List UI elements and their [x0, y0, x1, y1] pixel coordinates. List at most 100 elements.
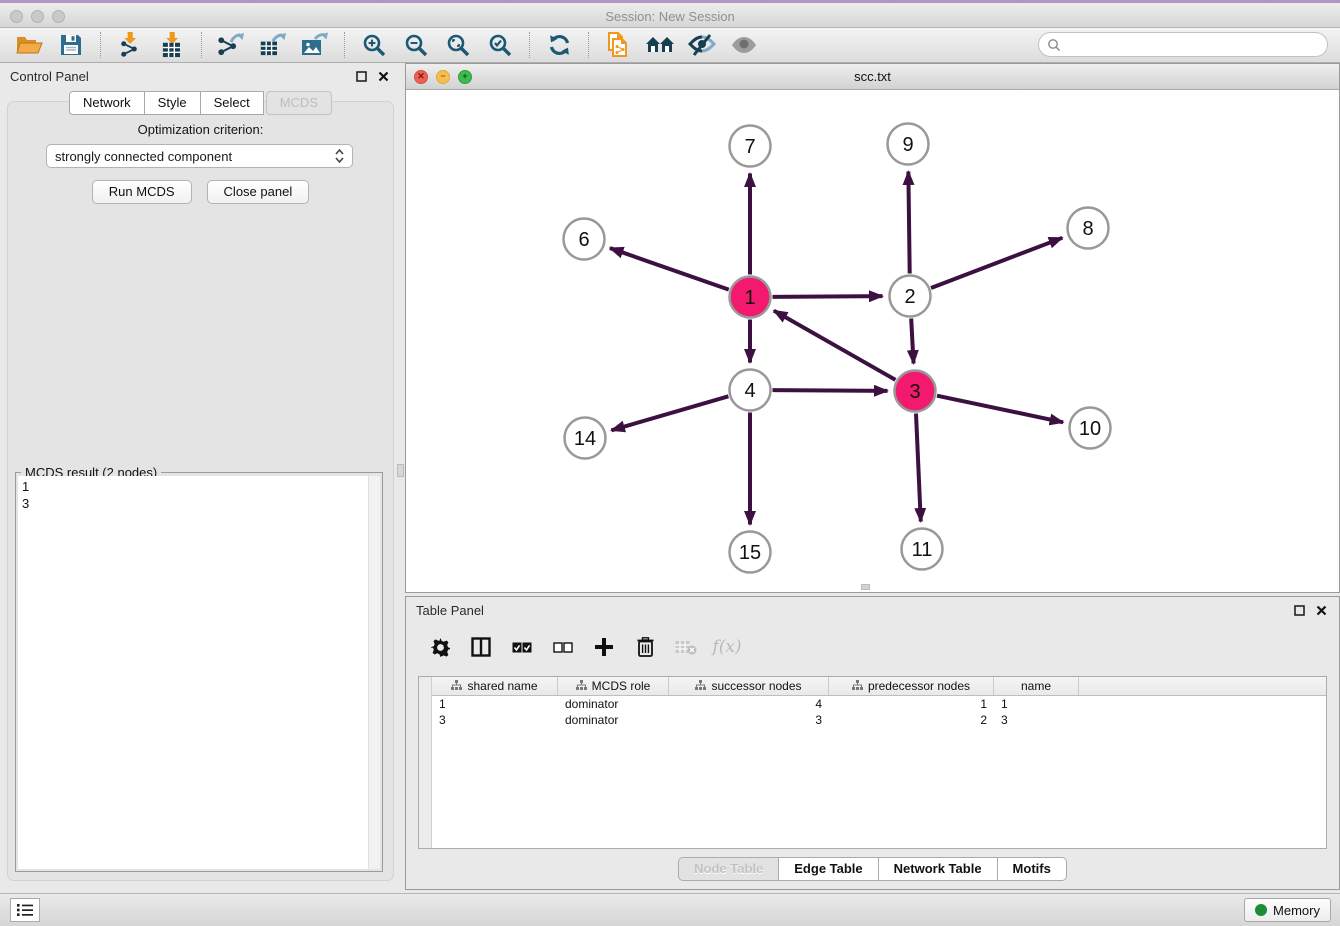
tab-network[interactable]: Network: [69, 91, 145, 115]
tab-select[interactable]: Select: [201, 91, 264, 115]
zoom-out-icon[interactable]: [401, 31, 431, 59]
table-row[interactable]: 1dominator411: [432, 696, 1326, 712]
table-cell[interactable]: 3: [669, 713, 829, 727]
mcds-result-list[interactable]: 13: [18, 476, 380, 869]
graph-node-14[interactable]: 14: [565, 418, 606, 459]
table-cell[interactable]: 1: [432, 697, 558, 711]
export-image-icon[interactable]: [300, 31, 330, 59]
tab-network-table[interactable]: Network Table: [879, 857, 998, 881]
table-cell[interactable]: 4: [669, 697, 829, 711]
graph-node-7[interactable]: 7: [730, 126, 771, 167]
network-graph[interactable]: 7 9 6 8 1 2 4 3 14 10 15 11: [406, 90, 1339, 592]
graph-edge-3-1[interactable]: [774, 311, 896, 380]
float-panel-icon[interactable]: [353, 68, 369, 84]
column-label: successor nodes: [711, 679, 801, 693]
graph-edge-3-11[interactable]: [916, 413, 921, 521]
column-edit-icon: [695, 679, 706, 693]
table-row[interactable]: 3dominator323: [432, 712, 1326, 728]
column-header-successor-nodes[interactable]: successor nodes: [669, 677, 829, 695]
graph-node-8[interactable]: 8: [1068, 208, 1109, 249]
graph-node-2[interactable]: 2: [890, 276, 931, 317]
table-cell[interactable]: 2: [829, 713, 994, 727]
graph-node-10[interactable]: 10: [1070, 408, 1111, 449]
add-row-icon[interactable]: [592, 635, 616, 659]
memory-status-icon: [1255, 904, 1267, 916]
open-file-icon[interactable]: [14, 31, 44, 59]
network-canvas[interactable]: 7 9 6 8 1 2 4 3 14 10 15 11: [406, 90, 1339, 592]
delete-table-icon: [674, 635, 698, 659]
home-icon[interactable]: [645, 31, 675, 59]
graph-edge-2-9[interactable]: [908, 171, 909, 273]
graph-edge-4-3[interactable]: [772, 390, 887, 391]
graph-edge-2-8[interactable]: [931, 238, 1062, 288]
network-document-icon[interactable]: [603, 31, 633, 59]
graph-edge-3-10[interactable]: [937, 396, 1063, 423]
task-history-button[interactable]: [10, 898, 40, 922]
column-edit-icon: [852, 679, 863, 693]
show-details-icon[interactable]: [729, 31, 759, 59]
graph-edge-2-3[interactable]: [911, 318, 913, 363]
splitter-handle[interactable]: [397, 464, 404, 477]
close-table-panel-icon[interactable]: [1313, 602, 1329, 618]
hide-details-icon[interactable]: [687, 31, 717, 59]
graph-node-1[interactable]: 1: [730, 277, 771, 318]
table-cell[interactable]: 3: [432, 713, 558, 727]
column-label: name: [1021, 679, 1051, 693]
table-cell[interactable]: dominator: [558, 697, 669, 711]
column-header-name[interactable]: name: [994, 677, 1079, 695]
result-scrollbar[interactable]: [368, 476, 380, 869]
graph-edge-1-6[interactable]: [610, 248, 729, 290]
close-panel-button[interactable]: Close panel: [207, 180, 310, 204]
delete-row-icon[interactable]: [633, 635, 657, 659]
graph-node-9[interactable]: 9: [888, 124, 929, 165]
table-cell[interactable]: dominator: [558, 713, 669, 727]
graph-edge-4-14[interactable]: [611, 396, 728, 430]
graph-node-3[interactable]: 3: [895, 371, 936, 412]
graph-node-15[interactable]: 15: [730, 532, 771, 573]
refresh-icon[interactable]: [544, 31, 574, 59]
run-mcds-button[interactable]: Run MCDS: [92, 180, 192, 204]
tab-node-table[interactable]: Node Table: [678, 857, 779, 881]
gear-icon[interactable]: [428, 635, 452, 659]
deselect-all-icon[interactable]: [551, 635, 575, 659]
close-panel-icon[interactable]: [375, 68, 391, 84]
memory-button[interactable]: Memory: [1244, 898, 1331, 922]
column-header-predecessor-nodes[interactable]: predecessor nodes: [829, 677, 994, 695]
zoom-in-icon[interactable]: [359, 31, 389, 59]
tab-edge-table[interactable]: Edge Table: [779, 857, 878, 881]
graph-node-6[interactable]: 6: [564, 219, 605, 260]
canvas-scroll-handle[interactable]: [861, 584, 870, 590]
tab-motifs[interactable]: Motifs: [998, 857, 1067, 881]
zoom-selected-icon[interactable]: [485, 31, 515, 59]
criterion-dropdown[interactable]: strongly connected component: [46, 144, 353, 168]
node-table: shared nameMCDS role successor nodes prede…: [418, 676, 1327, 849]
criterion-selected-value: strongly connected component: [55, 149, 335, 164]
zoom-fit-icon[interactable]: [443, 31, 473, 59]
mcds-result-line: 1: [22, 478, 376, 495]
column-header-MCDS-role[interactable]: MCDS role: [558, 677, 669, 695]
columns-icon[interactable]: [469, 635, 493, 659]
mcds-panel: Optimization criterion: strongly connect…: [7, 101, 394, 881]
table-cell[interactable]: 3: [994, 713, 1079, 727]
graph-node-label: 9: [902, 134, 913, 156]
tab-mcds[interactable]: MCDS: [266, 91, 332, 115]
search-field[interactable]: [1038, 32, 1328, 57]
tab-style[interactable]: Style: [145, 91, 201, 115]
network-window-titlebar[interactable]: ✕ − + scc.txt: [406, 64, 1339, 90]
status-bar: Memory: [0, 893, 1340, 926]
column-header-shared-name[interactable]: shared name: [432, 677, 558, 695]
table-cell[interactable]: 1: [829, 697, 994, 711]
graph-edge-1-2[interactable]: [772, 296, 882, 297]
export-network-icon[interactable]: [216, 31, 246, 59]
float-table-panel-icon[interactable]: [1291, 602, 1307, 618]
graph-node-11[interactable]: 11: [902, 529, 943, 570]
search-input[interactable]: [1066, 37, 1319, 52]
save-session-icon[interactable]: [56, 31, 86, 59]
network-window-title: scc.txt: [406, 69, 1339, 84]
export-table-icon[interactable]: [258, 31, 288, 59]
table-cell[interactable]: 1: [994, 697, 1079, 711]
graph-node-4[interactable]: 4: [730, 370, 771, 411]
select-all-icon[interactable]: [510, 635, 534, 659]
import-network-icon[interactable]: [115, 31, 145, 59]
import-table-icon[interactable]: [157, 31, 187, 59]
